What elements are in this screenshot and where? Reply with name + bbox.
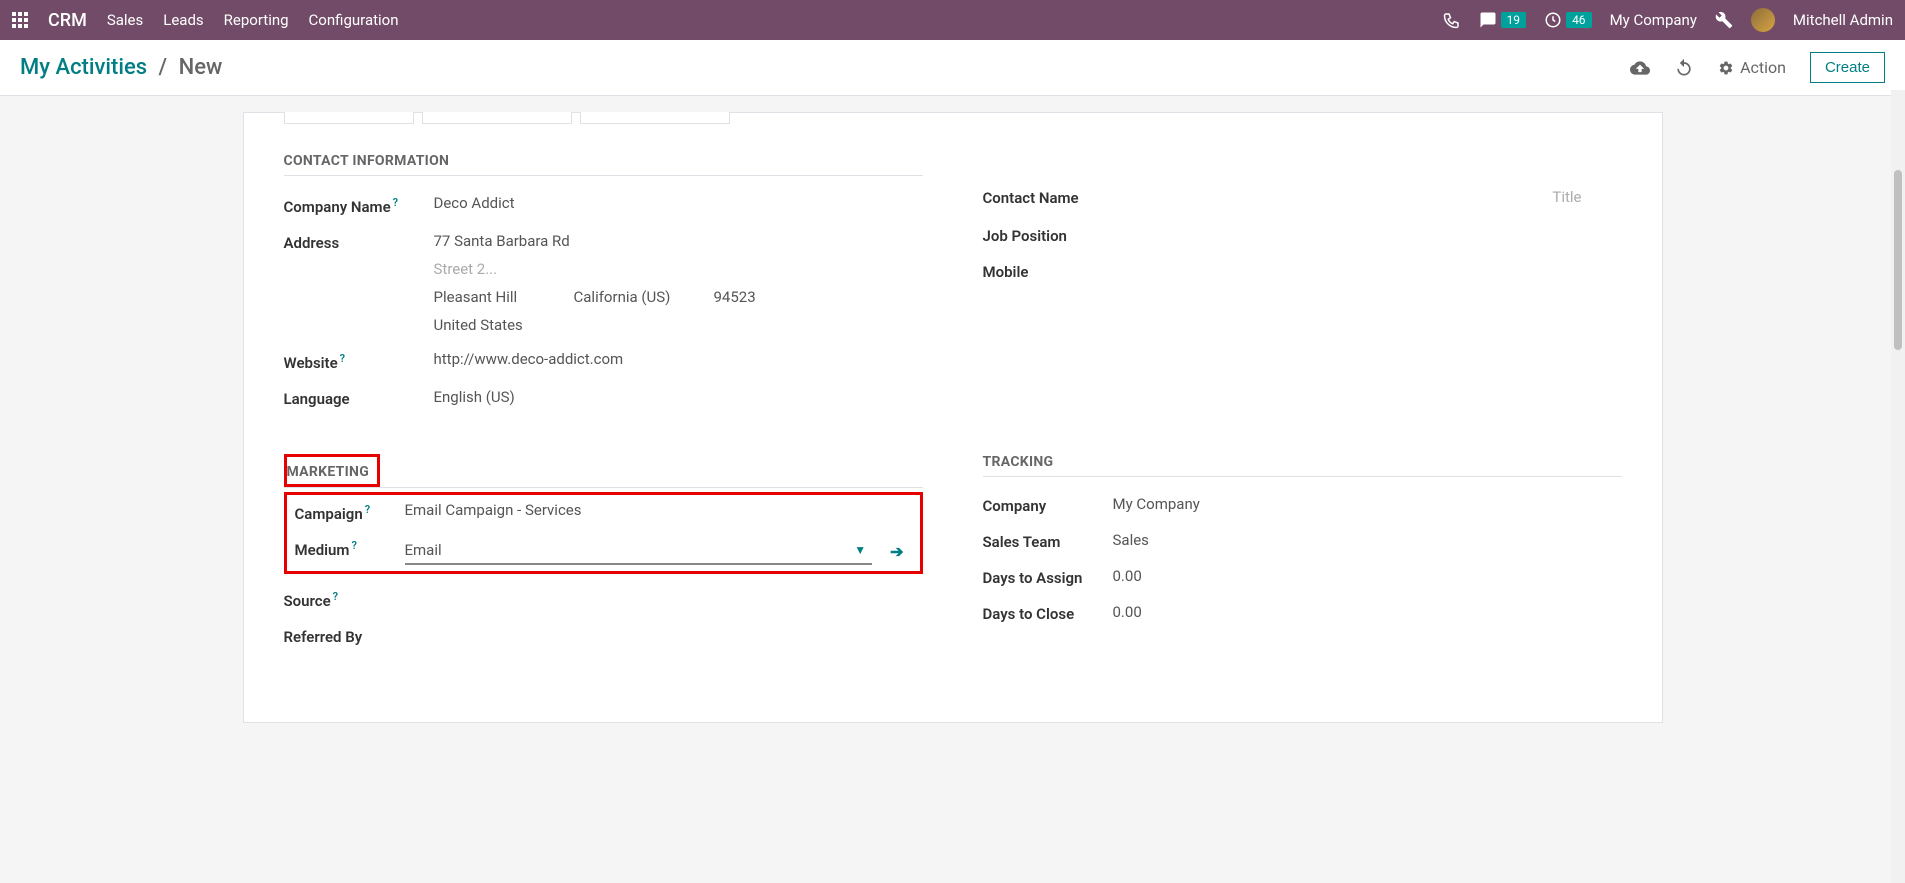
value-campaign[interactable]: Email Campaign - Services — [405, 501, 912, 519]
label-company-name: Company Name? — [284, 194, 434, 216]
messages-badge: 19 — [1501, 12, 1527, 28]
label-contact-name: Contact Name — [983, 187, 1553, 207]
nav-leads[interactable]: Leads — [163, 11, 203, 29]
value-days-close[interactable]: 0.00 — [1113, 603, 1622, 621]
value-city[interactable]: Pleasant Hill — [434, 288, 534, 306]
apps-icon[interactable] — [12, 12, 28, 28]
messages-icon[interactable]: 19 — [1479, 11, 1527, 29]
section-tracking: TRACKING — [983, 454, 1622, 477]
top-navbar: CRM Sales Leads Reporting Configuration … — [0, 0, 1905, 40]
discard-icon[interactable] — [1674, 57, 1694, 78]
help-icon[interactable]: ? — [340, 352, 345, 365]
label-address: Address — [284, 232, 434, 252]
input-medium[interactable] — [405, 537, 849, 563]
label-company: Company — [983, 495, 1113, 515]
help-icon[interactable]: ? — [365, 503, 370, 516]
label-sales-team: Sales Team — [983, 531, 1113, 551]
section-contact-info: CONTACT INFORMATION — [284, 153, 923, 176]
value-days-assign[interactable]: 0.00 — [1113, 567, 1622, 585]
cloud-save-icon[interactable] — [1630, 57, 1650, 78]
label-source: Source? — [284, 588, 394, 610]
value-sales-team[interactable]: Sales — [1113, 531, 1622, 549]
label-medium: Medium? — [295, 537, 405, 559]
section-marketing: MARKETING — [287, 464, 370, 480]
help-icon[interactable]: ? — [351, 539, 356, 552]
value-language[interactable]: English (US) — [434, 388, 923, 406]
breadcrumb: My Activities / New — [20, 55, 222, 80]
control-bar: My Activities / New Action Create — [0, 40, 1905, 96]
label-referred-by: Referred By — [284, 626, 394, 646]
form-sheet: CONTACT INFORMATION Company Name? Deco A… — [243, 112, 1663, 723]
label-website: Website? — [284, 350, 434, 372]
nav-reporting[interactable]: Reporting — [224, 11, 289, 29]
value-zip[interactable]: 94523 — [714, 288, 814, 306]
activities-badge: 46 — [1566, 12, 1592, 28]
activities-icon[interactable]: 46 — [1544, 11, 1592, 29]
company-switcher[interactable]: My Company — [1610, 11, 1697, 29]
value-country[interactable]: United States — [434, 316, 923, 334]
app-brand[interactable]: CRM — [48, 10, 87, 31]
create-button[interactable]: Create — [1810, 52, 1885, 83]
value-street1[interactable]: 77 Santa Barbara Rd — [434, 232, 923, 250]
user-name[interactable]: Mitchell Admin — [1793, 11, 1893, 29]
breadcrumb-parent[interactable]: My Activities — [20, 55, 147, 80]
label-mobile: Mobile — [983, 261, 1133, 281]
value-state[interactable]: California (US) — [574, 288, 674, 306]
breadcrumb-current: New — [179, 55, 223, 80]
tab-placeholder-3[interactable] — [580, 112, 730, 124]
highlight-marketing-fields: Campaign? Email Campaign - Services Medi… — [284, 492, 923, 574]
user-avatar[interactable] — [1751, 8, 1775, 32]
help-icon[interactable]: ? — [333, 590, 338, 603]
value-company[interactable]: My Company — [1113, 495, 1622, 513]
highlight-marketing-title: MARKETING — [284, 454, 381, 487]
value-title-placeholder[interactable]: Title — [1552, 188, 1621, 206]
label-days-close: Days to Close — [983, 603, 1113, 623]
dropdown-caret-icon[interactable]: ▼ — [848, 543, 872, 557]
value-website[interactable]: http://www.deco-addict.com — [434, 350, 923, 368]
value-company-name[interactable]: Deco Addict — [434, 194, 923, 212]
label-language: Language — [284, 388, 434, 408]
open-link-icon[interactable]: ➔ — [882, 542, 911, 561]
label-campaign: Campaign? — [295, 501, 405, 523]
help-icon[interactable]: ? — [393, 196, 398, 209]
debug-icon[interactable] — [1715, 11, 1733, 29]
label-days-assign: Days to Assign — [983, 567, 1113, 587]
tab-placeholder-1[interactable] — [284, 112, 414, 124]
phone-icon[interactable] — [1443, 11, 1461, 29]
nav-configuration[interactable]: Configuration — [309, 11, 399, 29]
tab-placeholder-2[interactable] — [422, 112, 572, 124]
action-dropdown[interactable]: Action — [1718, 58, 1786, 77]
label-job-position: Job Position — [983, 225, 1133, 245]
value-street2[interactable]: Street 2... — [434, 260, 923, 278]
scrollbar-thumb[interactable] — [1894, 170, 1902, 350]
scrollbar[interactable] — [1891, 90, 1905, 883]
nav-sales[interactable]: Sales — [107, 11, 143, 29]
